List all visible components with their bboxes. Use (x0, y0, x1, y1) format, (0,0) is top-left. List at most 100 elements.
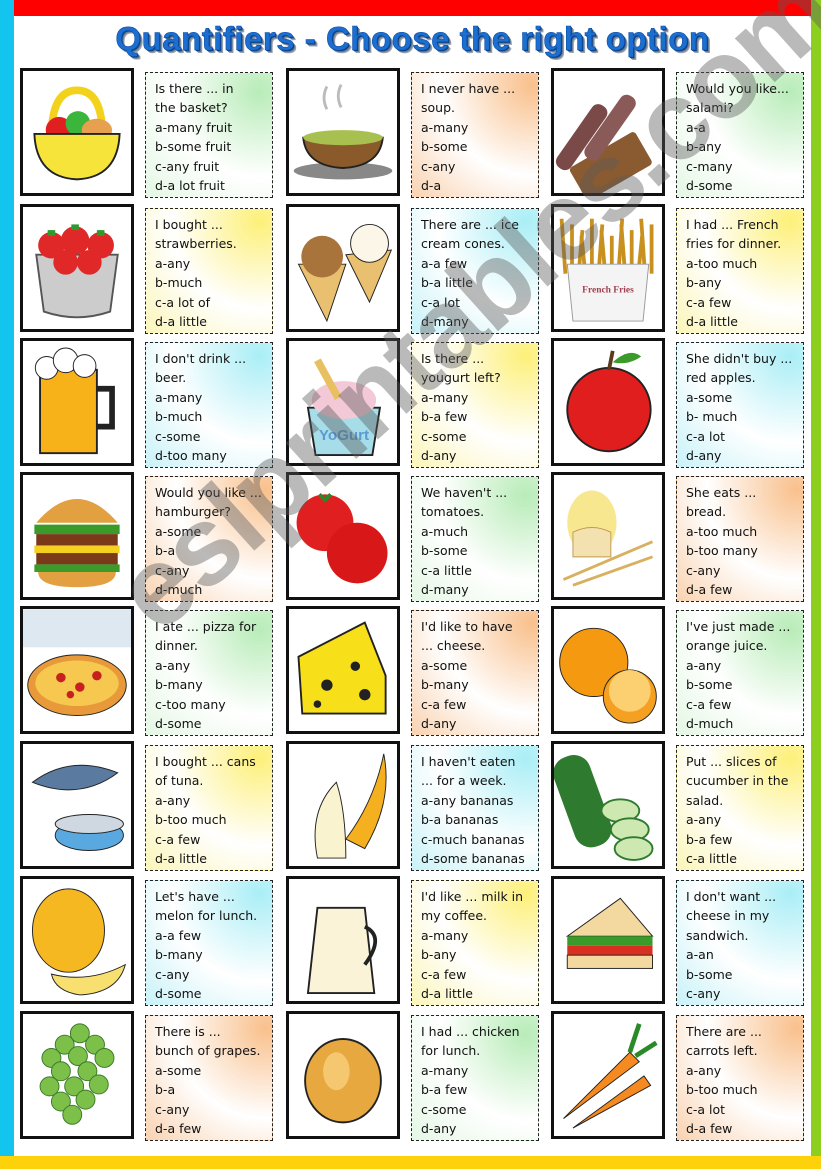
answer-option[interactable]: c-some (421, 1100, 538, 1119)
answer-option[interactable]: c-any (686, 984, 803, 1003)
answer-option[interactable]: d-some (686, 176, 803, 195)
answer-option[interactable]: a-any bananas (421, 791, 538, 810)
answer-option[interactable]: d-some (155, 714, 272, 733)
answer-option[interactable]: b-too many (686, 541, 803, 560)
answer-option[interactable]: d-a (421, 176, 538, 195)
answer-option[interactable]: b- much (686, 407, 803, 426)
answer-option[interactable]: a-many (421, 926, 538, 945)
answer-option[interactable]: d-many (421, 312, 538, 331)
answer-option[interactable]: a-too much (686, 254, 803, 273)
answer-option[interactable]: c-any (686, 561, 803, 580)
answer-option[interactable]: c-a lot (686, 1100, 803, 1119)
answer-option[interactable]: b-too much (686, 1080, 803, 1099)
answer-option[interactable]: d-any (421, 714, 538, 733)
answer-option[interactable]: b-some (686, 965, 803, 984)
answer-option[interactable]: a-some (155, 522, 272, 541)
answer-option[interactable]: a-any (686, 810, 803, 829)
answer-option[interactable]: c-a lot (421, 293, 538, 312)
answer-option[interactable]: d-a little (155, 312, 272, 331)
answer-option[interactable]: a-any (155, 791, 272, 810)
answer-option[interactable]: b-many (155, 945, 272, 964)
answer-option[interactable]: b-any (686, 137, 803, 156)
answer-option[interactable]: b-some (686, 675, 803, 694)
answer-option[interactable]: a-a few (155, 926, 272, 945)
answer-option[interactable]: c-some (421, 427, 538, 446)
answer-option[interactable]: a-an (686, 945, 803, 964)
answer-option[interactable]: c-much bananas (421, 830, 538, 849)
answer-option[interactable]: d-much (686, 714, 803, 733)
answer-option[interactable]: a-some (686, 388, 803, 407)
page-title: Quantifiers - Choose the right option (115, 20, 710, 58)
answer-option[interactable]: a-any (686, 656, 803, 675)
answer-option[interactable]: c-a few (155, 830, 272, 849)
tomatoes-icon (286, 472, 400, 600)
answer-option[interactable]: b-much (155, 407, 272, 426)
answer-option[interactable]: a-many (421, 388, 538, 407)
answer-option[interactable]: b-many (421, 675, 538, 694)
answer-option[interactable]: a-any (155, 656, 272, 675)
answer-option[interactable]: b-many (155, 675, 272, 694)
answer-option[interactable]: b-some fruit (155, 137, 272, 156)
answer-option[interactable]: a-many (421, 1061, 538, 1080)
answer-option[interactable]: b-a little (421, 273, 538, 292)
answer-option[interactable]: d-any (421, 1119, 538, 1138)
answer-option[interactable]: d-too many (155, 446, 272, 465)
answer-option[interactable]: d-any (686, 446, 803, 465)
answer-option[interactable]: c-a few (421, 965, 538, 984)
question-box: Let's have ... melon for lunch. a-a few b-m… (145, 880, 273, 1006)
answer-option[interactable]: c-a lot (686, 427, 803, 446)
answer-option[interactable]: c-a few (686, 293, 803, 312)
answer-option[interactable]: a-much (421, 522, 538, 541)
answer-option[interactable]: c-any (155, 1100, 272, 1119)
tuna-icon (20, 741, 134, 869)
answer-option[interactable]: c-many (686, 157, 803, 176)
answer-option[interactable]: b-too much (155, 810, 272, 829)
answer-option[interactable]: d-any (421, 446, 538, 465)
answer-option[interactable]: d-a few (686, 1119, 803, 1138)
answer-option[interactable]: b-much (155, 273, 272, 292)
answer-option[interactable]: d-many (421, 580, 538, 599)
answer-option[interactable]: b-some (421, 137, 538, 156)
answer-option[interactable]: d-much (155, 580, 272, 599)
answer-option[interactable]: d-a lot fruit (155, 176, 272, 195)
answer-option[interactable]: c-any (155, 965, 272, 984)
answer-option[interactable]: c-a few (421, 695, 538, 714)
answer-option[interactable]: a-any (155, 254, 272, 273)
answer-option[interactable]: b-a few (686, 830, 803, 849)
answer-option[interactable]: a-some (155, 1061, 272, 1080)
answer-option[interactable]: d-a few (686, 580, 803, 599)
answer-option[interactable]: b-a (155, 1080, 272, 1099)
oranges-icon (551, 606, 665, 734)
answer-option[interactable]: c-a little (421, 561, 538, 580)
answer-option[interactable]: d-a few (155, 1119, 272, 1138)
answer-option[interactable]: c-any (421, 157, 538, 176)
answer-option[interactable]: d-some bananas (421, 849, 538, 868)
answer-option[interactable]: b-a few (421, 407, 538, 426)
answer-option[interactable]: d-a little (686, 312, 803, 331)
answer-option[interactable]: a-a few (421, 254, 538, 273)
answer-option[interactable]: d-some (155, 984, 272, 1003)
answer-option[interactable]: a-some (421, 656, 538, 675)
answer-option[interactable]: b-some (421, 541, 538, 560)
banana-icon (286, 741, 400, 869)
answer-option[interactable]: c-a little (686, 849, 803, 868)
answer-option[interactable]: d-a little (155, 849, 272, 868)
answer-option[interactable]: a-many (155, 388, 272, 407)
answer-option[interactable]: a-too much (686, 522, 803, 541)
answer-option[interactable]: c-some (155, 427, 272, 446)
answer-option[interactable]: b-any (686, 273, 803, 292)
answer-option[interactable]: b-any (421, 945, 538, 964)
answer-option[interactable]: c-any fruit (155, 157, 272, 176)
answer-option[interactable]: b-a bananas (421, 810, 538, 829)
answer-option[interactable]: a-many (421, 118, 538, 137)
answer-option[interactable]: c-a lot of (155, 293, 272, 312)
answer-option[interactable]: c-too many (155, 695, 272, 714)
answer-option[interactable]: c-any (155, 561, 272, 580)
answer-option[interactable]: a-a (686, 118, 803, 137)
answer-option[interactable]: a-any (686, 1061, 803, 1080)
answer-option[interactable]: b-a (155, 541, 272, 560)
answer-option[interactable]: c-a few (686, 695, 803, 714)
answer-option[interactable]: a-many fruit (155, 118, 272, 137)
answer-option[interactable]: d-a little (421, 984, 538, 1003)
answer-option[interactable]: b-a few (421, 1080, 538, 1099)
